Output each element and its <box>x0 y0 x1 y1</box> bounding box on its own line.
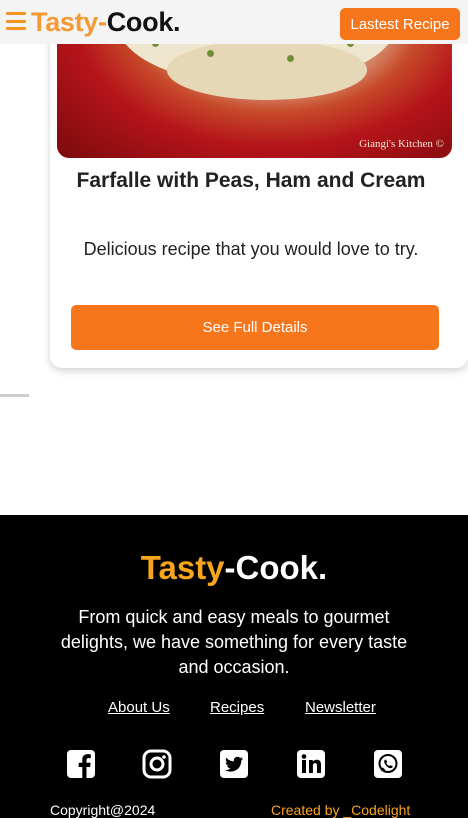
hamburger-menu-icon[interactable] <box>6 12 26 30</box>
see-full-details-button[interactable]: See Full Details <box>71 305 439 350</box>
copyright-text: Copyright@2024 <box>50 802 156 818</box>
facebook-icon[interactable] <box>66 749 96 779</box>
footer-link-recipes[interactable]: Recipes <box>210 699 264 716</box>
recipe-card: Giangi's Kitchen © Farfalle with Peas, H… <box>50 0 468 368</box>
recipe-title: Farfalle with Peas, Ham and Cream <box>76 169 426 192</box>
carousel-indicator[interactable] <box>0 394 29 397</box>
twitter-icon[interactable] <box>219 749 249 779</box>
top-navbar: Tasty-Cook. Lastest Recipe <box>0 0 468 44</box>
site-logo[interactable]: Tasty-Cook. <box>31 7 181 38</box>
site-footer: Tasty-Cook. From quick and easy meals to… <box>0 515 468 818</box>
logo-main-text: Cook. <box>106 7 181 37</box>
credit-link[interactable]: Created by _Codelight <box>271 802 410 818</box>
logo-accent-text: Tasty- <box>31 7 107 37</box>
footer-tagline: From quick and easy meals to gourmet del… <box>60 607 408 677</box>
latest-recipe-button[interactable]: Lastest Recipe <box>340 8 460 40</box>
whatsapp-icon[interactable] <box>373 749 403 779</box>
footer-logo-main: -Cook. <box>224 549 328 586</box>
footer-link-newsletter[interactable]: Newsletter <box>305 699 376 716</box>
linkedin-icon[interactable] <box>296 749 326 779</box>
image-watermark: Giangi's Kitchen © <box>359 138 444 150</box>
recipe-description: Delicious recipe that you would love to … <box>83 239 419 259</box>
footer-logo: Tasty-Cook. <box>0 549 468 587</box>
footer-logo-accent: Tasty <box>140 549 225 586</box>
footer-link-about[interactable]: About Us <box>108 699 170 716</box>
instagram-icon[interactable] <box>142 749 172 779</box>
